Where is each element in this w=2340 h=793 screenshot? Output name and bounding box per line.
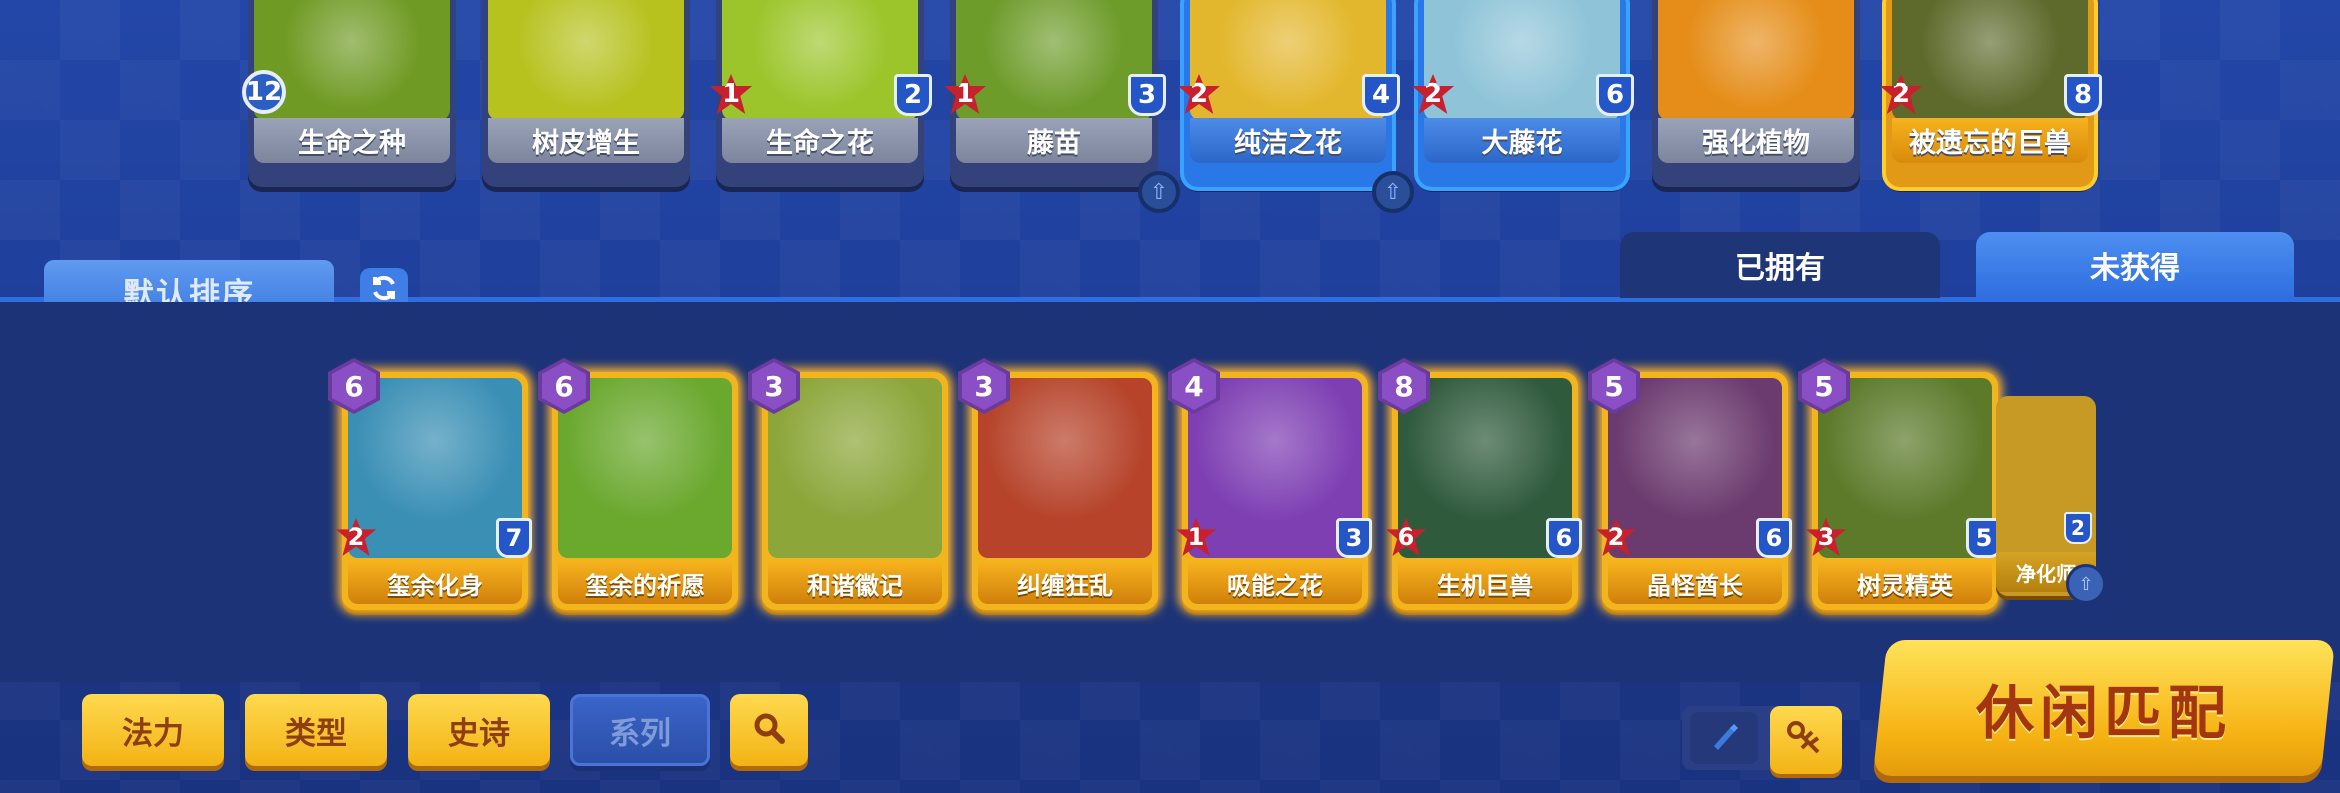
filter-series-button[interactable]: 系列 [570,694,710,766]
card-name: 纠缠狂乱 [978,562,1152,604]
toggle-option-pen[interactable] [1690,712,1758,764]
card-hp: 6 [1546,518,1582,558]
collection-card[interactable]: 树灵精英 5 3 5 [1798,358,2002,610]
card-art [768,378,942,558]
tab-owned[interactable]: 已拥有 [1620,232,1940,298]
card-name: 被遗忘的巨兽 [1892,118,2088,163]
collection-card[interactable]: 和谐徽记 3 [748,358,948,610]
filter-type-button[interactable]: 类型 [245,694,387,766]
card-art [1658,0,1854,120]
collection-card[interactable]: 晶怪酋长 5 2 6 [1588,358,1792,610]
view-toggle[interactable] [1682,706,1842,774]
card-art [1190,0,1386,120]
deck-card[interactable]: 生命之花 1 2 [710,0,932,187]
card-name: 生机巨兽 [1398,562,1572,604]
card-art [978,378,1152,558]
card-name: 玺余化身 [348,562,522,604]
casual-match-button[interactable]: 休闲匹配 [1872,640,2336,776]
card-art [956,0,1152,120]
card-art [722,0,918,120]
collection-card[interactable]: 纠缠狂乱 3 [958,358,1158,610]
pen-icon [1704,716,1744,760]
collection-card[interactable]: 玺余的祈愿 6 [538,358,738,610]
deck-card[interactable]: 强化植物 [1652,0,1860,187]
card-name: 大藤花 [1424,118,1620,163]
card-name: 树皮增生 [488,118,684,163]
card-name: 生命之种 [254,118,450,163]
card-name: 吸能之花 [1188,562,1362,604]
card-hp: 2 [2064,512,2092,544]
card-name: 强化植物 [1658,118,1854,163]
upgrade-icon: ⇧ [1138,171,1180,213]
deck-card[interactable]: 生命之种 12 [242,0,456,187]
card-name: 和谐徽记 [768,562,942,604]
card-hp: 3 [1336,518,1372,558]
deck-card[interactable]: 树皮增生 [482,0,690,187]
card-hp: 6 [1756,518,1792,558]
deck-card[interactable]: 大藤花 2 6 [1412,0,1634,187]
card-hp: 7 [496,518,532,558]
upgrade-icon: ⇧ [2066,564,2106,604]
card-count-badge: 12 [242,70,286,114]
deck-card[interactable]: 被遗忘的巨兽 2 8 [1880,0,2102,187]
search-button[interactable] [730,694,808,766]
collection-card[interactable]: 玺余化身 6 2 7 [328,358,532,610]
deck-card[interactable]: 藤苗 1 3 ⇧ [944,0,1180,213]
card-name: 晶怪酋长 [1608,562,1782,604]
card-hp: 2 [894,74,932,116]
card-art [488,0,684,120]
card-name: 纯洁之花 [1190,118,1386,163]
card-hp: 3 [1128,74,1166,116]
upgrade-icon: ⇧ [1372,171,1414,213]
collection-card[interactable]: 吸能之花 4 1 3 [1168,358,1372,610]
fishbone-icon [1784,716,1828,764]
card-name: 生命之花 [722,118,918,163]
card-art [1424,0,1620,120]
tab-not-owned[interactable]: 未获得 [1976,232,2294,298]
card-hp: 4 [1362,74,1400,116]
filter-mana-button[interactable]: 法力 [82,694,224,766]
card-hp: 6 [1596,74,1634,116]
card-name: 树灵精英 [1818,562,1992,604]
card-name: 藤苗 [956,118,1152,163]
card-hp: 8 [2064,74,2102,116]
deck-card[interactable]: 纯洁之花 2 4 ⇧ [1178,0,1414,213]
card-name: 玺余的祈愿 [558,562,732,604]
search-icon [751,710,787,750]
collection-card[interactable]: 生机巨兽 8 6 6 [1378,358,1582,610]
filter-epic-button[interactable]: 史诗 [408,694,550,766]
card-art [1892,0,2088,120]
card-art [558,378,732,558]
toggle-option-fishbone[interactable] [1770,706,1842,774]
